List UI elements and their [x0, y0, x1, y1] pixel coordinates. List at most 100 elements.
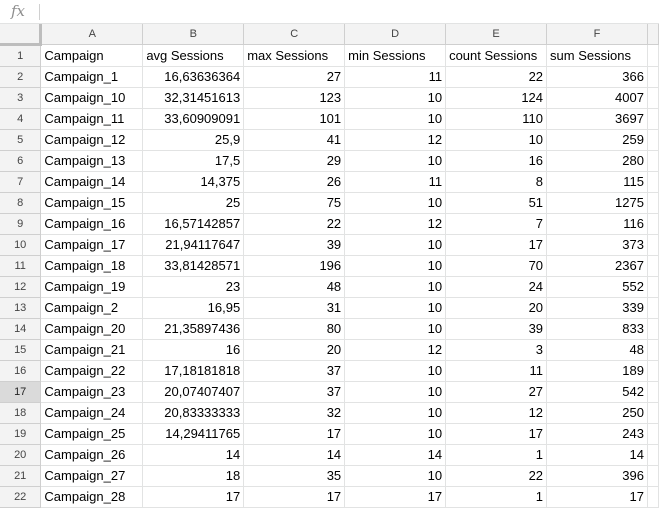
grid-cell[interactable]: 75	[243, 192, 346, 214]
grid-cell[interactable]: 48	[546, 339, 648, 361]
grid-cell[interactable]: 14,375	[142, 171, 245, 193]
grid-cell[interactable]: 339	[546, 297, 648, 319]
grid-cell[interactable]: 22	[445, 465, 548, 487]
grid-cell[interactable]: 27	[445, 381, 548, 403]
grid-cell[interactable]	[647, 486, 659, 508]
grid-cell[interactable]: Campaign_12	[40, 129, 144, 151]
grid-cell[interactable]: 259	[546, 129, 648, 151]
column-header-b[interactable]: B	[142, 24, 245, 45]
row-header[interactable]: 19	[0, 423, 42, 445]
grid-cell[interactable]: 12	[445, 402, 548, 424]
grid-cell[interactable]: 32,31451613	[142, 87, 245, 109]
grid-cell[interactable]: 10	[344, 87, 447, 109]
grid-cell[interactable]	[647, 444, 659, 466]
grid-cell[interactable]: 10	[344, 276, 447, 298]
row-header[interactable]: 10	[0, 234, 42, 256]
grid-cell[interactable]: 10	[344, 234, 447, 256]
grid-cell[interactable]: 2367	[546, 255, 648, 277]
header-cell[interactable]: min Sessions	[344, 44, 447, 67]
grid-cell[interactable]: 14,29411765	[142, 423, 245, 445]
grid-cell[interactable]: 39	[243, 234, 346, 256]
formula-input[interactable]	[44, 3, 648, 22]
grid-cell[interactable]: 12	[344, 213, 447, 235]
row-header[interactable]: 3	[0, 87, 42, 109]
column-header-e[interactable]: E	[445, 24, 548, 45]
grid-cell[interactable]: 189	[546, 360, 648, 382]
grid-cell[interactable]: 20,07407407	[142, 381, 245, 403]
grid-cell[interactable]	[647, 381, 659, 403]
grid-cell[interactable]: 70	[445, 255, 548, 277]
grid-cell[interactable]: 10	[445, 129, 548, 151]
row-header[interactable]: 5	[0, 129, 42, 151]
grid-cell[interactable]: 25	[142, 192, 245, 214]
grid-cell[interactable]: 124	[445, 87, 548, 109]
grid-cell[interactable]	[647, 213, 659, 235]
grid-cell[interactable]: 25,9	[142, 129, 245, 151]
grid-cell[interactable]	[647, 234, 659, 256]
grid-cell[interactable]	[647, 276, 659, 298]
row-header[interactable]: 6	[0, 150, 42, 172]
grid-cell[interactable]: 1	[445, 486, 548, 508]
column-header-c[interactable]: C	[243, 24, 346, 45]
grid-cell[interactable]: Campaign_20	[40, 318, 144, 340]
grid-cell[interactable]: 3	[445, 339, 548, 361]
grid-cell[interactable]: 110	[445, 108, 548, 130]
row-header[interactable]: 8	[0, 192, 42, 214]
grid-cell[interactable]: 552	[546, 276, 648, 298]
row-header[interactable]: 18	[0, 402, 42, 424]
grid-cell[interactable]: 11	[344, 66, 447, 88]
grid-cell[interactable]: 10	[344, 192, 447, 214]
grid-cell[interactable]: 17	[445, 423, 548, 445]
grid-cell[interactable]: 14	[546, 444, 648, 466]
grid-cell[interactable]: 243	[546, 423, 648, 445]
row-header[interactable]: 2	[0, 66, 42, 88]
grid-cell[interactable]: 10	[344, 108, 447, 130]
grid-cell[interactable]: 17	[445, 234, 548, 256]
grid-cell[interactable]: 22	[445, 66, 548, 88]
grid-cell[interactable]: 280	[546, 150, 648, 172]
column-header-f[interactable]: F	[546, 24, 648, 45]
grid-cell[interactable]: Campaign_23	[40, 381, 144, 403]
grid-cell[interactable]: 14	[243, 444, 346, 466]
grid-cell[interactable]: 4007	[546, 87, 648, 109]
grid-cell[interactable]: Campaign_22	[40, 360, 144, 382]
grid-cell[interactable]: Campaign_21	[40, 339, 144, 361]
grid-cell[interactable]: 51	[445, 192, 548, 214]
grid-cell[interactable]	[647, 87, 659, 109]
grid-cell[interactable]: 366	[546, 66, 648, 88]
grid-cell[interactable]: Campaign_18	[40, 255, 144, 277]
grid-cell[interactable]: 10	[344, 150, 447, 172]
grid-cell[interactable]: 33,60909091	[142, 108, 245, 130]
row-header[interactable]: 21	[0, 465, 42, 487]
grid-cell[interactable]: Campaign_16	[40, 213, 144, 235]
grid-cell[interactable]: 10	[344, 402, 447, 424]
grid-cell[interactable]: 48	[243, 276, 346, 298]
grid-cell[interactable]: 123	[243, 87, 346, 109]
grid-cell[interactable]: 16,63636364	[142, 66, 245, 88]
grid-cell[interactable]: 396	[546, 465, 648, 487]
grid-cell[interactable]	[647, 423, 659, 445]
grid-cell[interactable]: 10	[344, 360, 447, 382]
grid-cell[interactable]: Campaign_27	[40, 465, 144, 487]
row-header[interactable]: 7	[0, 171, 42, 193]
row-header[interactable]: 1	[0, 44, 42, 67]
grid-cell[interactable]: 10	[344, 465, 447, 487]
row-header[interactable]: 9	[0, 213, 42, 235]
grid-cell[interactable]	[647, 108, 659, 130]
grid-cell[interactable]: Campaign_28	[40, 486, 144, 508]
grid-cell[interactable]	[647, 297, 659, 319]
grid-cell[interactable]: 1	[445, 444, 548, 466]
grid-cell[interactable]: 20,83333333	[142, 402, 245, 424]
grid-cell[interactable]: 833	[546, 318, 648, 340]
row-header[interactable]: 17	[0, 381, 42, 403]
grid-cell[interactable]	[647, 171, 659, 193]
grid-cell[interactable]: 37	[243, 360, 346, 382]
grid-cell[interactable]: 11	[445, 360, 548, 382]
select-all-corner[interactable]	[0, 24, 43, 46]
grid-cell[interactable]: Campaign_25	[40, 423, 144, 445]
grid-cell[interactable]: 12	[344, 339, 447, 361]
grid-cell[interactable]: 20	[243, 339, 346, 361]
grid-cell[interactable]: 17	[344, 486, 447, 508]
grid-cell[interactable]	[647, 44, 659, 67]
grid-cell[interactable]: 10	[344, 423, 447, 445]
